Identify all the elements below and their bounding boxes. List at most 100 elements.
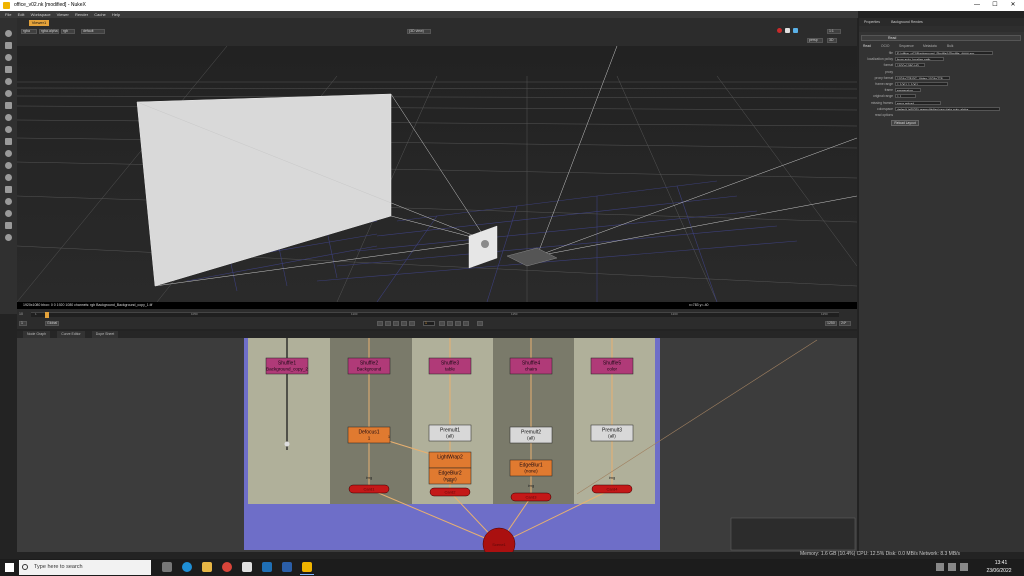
property-value[interactable]: E:/office_v02/Background_Shuffle1/Shuffl… <box>895 51 993 55</box>
loop-button[interactable] <box>477 321 483 326</box>
node-shuffle1[interactable]: Shuffle1Background_copy_2 <box>265 357 308 375</box>
node-defocus1[interactable]: Defocus11 <box>347 426 391 444</box>
transform-tool-icon[interactable] <box>5 126 12 133</box>
taskbar-date[interactable]: 23/06/2022 <box>982 568 1016 574</box>
node-shuffle4[interactable]: Shuffle4chairs <box>509 357 553 375</box>
channel-tool-icon[interactable] <box>5 66 12 73</box>
menu-cache[interactable]: Cache <box>94 11 106 18</box>
tab-dope-sheet[interactable]: Dope Sheet <box>91 331 119 338</box>
time-tool-icon[interactable] <box>5 54 12 61</box>
wifi-icon[interactable] <box>948 563 956 571</box>
dot-node[interactable] <box>284 441 290 447</box>
node-edgeblur1[interactable]: EdgeBlur1(none) <box>509 459 553 477</box>
views-tool-icon[interactable] <box>5 174 12 181</box>
node-lightwrap2[interactable]: LightWrap2 <box>428 451 472 469</box>
clip-icon[interactable] <box>793 28 798 33</box>
taskbar-search-input[interactable]: Type here to search <box>19 560 151 575</box>
property-value[interactable]: 1 1 <box>895 94 916 99</box>
menu-workspace[interactable]: Workspace <box>31 11 51 18</box>
windows-start-icon[interactable] <box>5 563 14 572</box>
tab-sequence[interactable]: Sequence <box>899 43 914 49</box>
tab-background-renders[interactable]: Background Rendes <box>886 18 928 26</box>
deep-tool-icon[interactable] <box>5 162 12 169</box>
playback-mode-select[interactable]: Global <box>45 321 59 326</box>
playhead-marker[interactable] <box>45 312 49 318</box>
tab-read[interactable]: Read <box>863 43 871 49</box>
viewer-viewport[interactable] <box>17 46 857 302</box>
tab-viewer1[interactable]: Viewer1 <box>29 20 49 26</box>
frame-field[interactable]: 1 <box>19 321 27 326</box>
view-mode-select[interactable]: persp <box>807 38 823 43</box>
volume-icon[interactable] <box>960 563 968 571</box>
menu-render[interactable]: Render <box>75 11 88 18</box>
tab-node-graph[interactable]: Node Graph <box>23 331 51 338</box>
next-key-button[interactable] <box>455 321 461 326</box>
particles-tool-icon[interactable] <box>5 150 12 157</box>
minimize-button[interactable]: — <box>968 1 986 10</box>
tab-bulk[interactable]: Bulk <box>947 43 953 49</box>
image-viewer-icon[interactable] <box>282 562 292 572</box>
filter-tool-icon[interactable] <box>5 90 12 97</box>
mail-icon[interactable] <box>242 562 252 572</box>
node-premult2[interactable]: Premult2(all) <box>509 426 553 444</box>
merge-tool-icon[interactable] <box>5 114 12 121</box>
zoom-select[interactable]: 1:1 <box>827 29 841 34</box>
metadata-tool-icon[interactable] <box>5 186 12 193</box>
tray-icons[interactable] <box>936 563 944 571</box>
tab-metadata[interactable]: Metadata <box>923 43 937 49</box>
prev-key-button[interactable] <box>385 321 391 326</box>
minimap[interactable] <box>730 517 856 551</box>
file-explorer-icon[interactable] <box>202 562 212 572</box>
node-graph[interactable]: Shuffle1 Background_copy_2 Shuffle2 Backgro… <box>17 338 857 552</box>
node-shuffle2[interactable]: Shuffle2Background <box>347 357 391 375</box>
first-frame-button[interactable] <box>377 321 383 326</box>
photoshop-icon[interactable] <box>262 562 272 572</box>
3d-tool-icon[interactable] <box>5 138 12 145</box>
chrome-icon[interactable] <box>222 562 232 572</box>
fps-field[interactable]: 24* <box>839 321 851 326</box>
image-tool-icon[interactable] <box>5 30 12 37</box>
last-frame-button[interactable] <box>463 321 469 326</box>
play-backward-button[interactable] <box>401 321 407 326</box>
next-frame-button[interactable] <box>447 321 453 326</box>
taskbar-time[interactable]: 13:41 <box>988 560 1014 566</box>
property-value[interactable]: 1024x778 PC_Video 1024x778 <box>895 75 950 80</box>
node-shuffle3[interactable]: Shuffle3table <box>428 357 472 375</box>
roi-icon[interactable] <box>785 28 790 33</box>
property-value[interactable]: expression <box>895 88 921 93</box>
camera-select[interactable]: (3D view) <box>407 29 431 34</box>
node-shuffle5[interactable]: Shuffle5color <box>590 357 634 375</box>
record-icon[interactable] <box>777 28 782 33</box>
maximize-button[interactable]: ☐ <box>986 1 1004 10</box>
menu-file[interactable]: File <box>5 11 11 18</box>
property-value[interactable]: 1920x1080 HD <box>895 63 925 68</box>
close-button[interactable]: ✕ <box>1004 1 1022 10</box>
task-view-icon[interactable] <box>162 562 172 572</box>
cara-tool-icon[interactable] <box>5 234 12 241</box>
menu-help[interactable]: Help <box>112 11 120 18</box>
keyer-tool-icon[interactable] <box>5 102 12 109</box>
menu-edit[interactable]: Edit <box>18 11 25 18</box>
cam-mode-select[interactable]: default <box>81 29 105 34</box>
edge-icon[interactable] <box>182 562 192 572</box>
prev-frame-button[interactable] <box>393 321 399 326</box>
nuke-taskbar-icon[interactable] <box>302 562 312 572</box>
furnace-tool-icon[interactable] <box>5 222 12 229</box>
color-tool-icon[interactable] <box>5 78 12 85</box>
property-value[interactable]: error reload <box>895 100 941 105</box>
reload-layout-button[interactable]: Reload Layout <box>891 120 919 126</box>
node-premult1[interactable]: Premult1(all) <box>428 424 472 442</box>
node-premult3[interactable]: Premult3(all) <box>590 424 634 442</box>
property-value[interactable]: default (sRGB) premultiplied raw data au… <box>895 106 1001 111</box>
timeline-end-field[interactable]: 1250 <box>825 321 837 326</box>
stop-button[interactable] <box>409 321 415 326</box>
current-frame-field[interactable]: 1 <box>423 321 435 326</box>
menu-viewer[interactable]: Viewer <box>57 11 69 18</box>
property-value[interactable]: 1 1001 1 1001 <box>895 82 948 86</box>
channel2-select[interactable]: rgba.alpha <box>39 29 59 34</box>
tab-ocio[interactable]: OCIO <box>881 43 889 49</box>
tab-properties[interactable]: Properties <box>859 18 885 26</box>
other-tool-icon[interactable] <box>5 210 12 217</box>
timeline-track[interactable]: 1 1050 1100 1150 1200 1250 <box>31 312 839 318</box>
channel-select[interactable]: rgba <box>21 29 37 34</box>
